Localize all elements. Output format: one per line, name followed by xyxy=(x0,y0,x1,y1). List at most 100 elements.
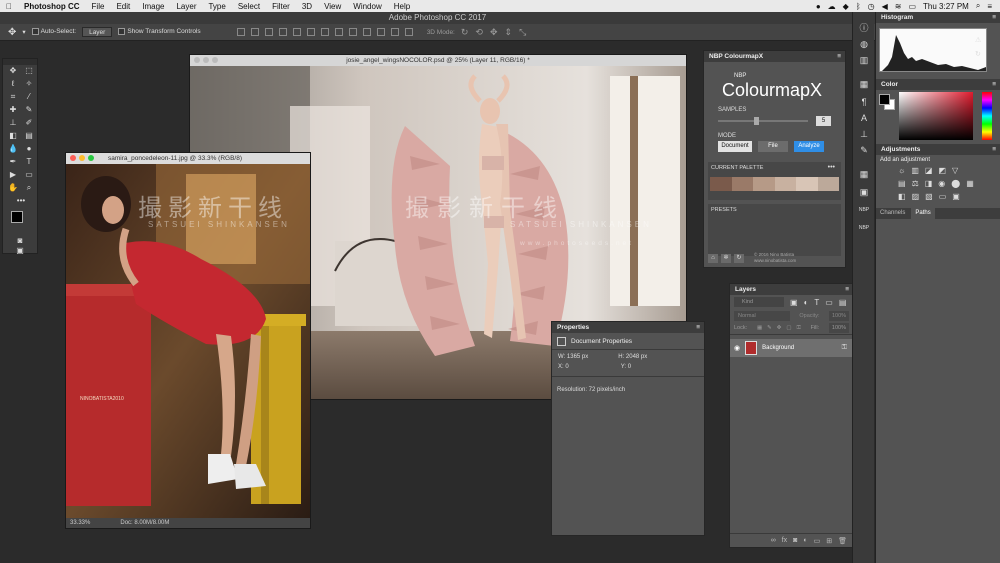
minimize-button[interactable] xyxy=(79,155,85,161)
filter-kind-select[interactable]: Kind xyxy=(734,297,784,307)
3d-rotate-icon[interactable]: ↻ xyxy=(461,27,469,38)
palette-swatch[interactable] xyxy=(731,177,753,191)
distribute-hcenter-icon[interactable] xyxy=(376,28,385,36)
selective-color-icon[interactable]: ▣ xyxy=(952,192,960,201)
channel-mixer-icon[interactable]: ⬤ xyxy=(951,179,960,188)
adjustments-titlebar[interactable]: Adjustments ≡ xyxy=(876,144,1000,155)
battery-icon[interactable]: ▭ xyxy=(908,2,916,11)
panel-menu-icon[interactable]: ≡ xyxy=(992,79,996,90)
more-tools-icon[interactable]: ••• xyxy=(14,195,28,207)
3d-pan-icon[interactable]: ✥ xyxy=(490,27,498,38)
screen-mode-icon[interactable]: ▣ xyxy=(13,245,27,257)
levels-icon[interactable]: ▥ xyxy=(911,166,919,175)
blend-mode-select[interactable]: Normal xyxy=(734,310,790,321)
dodge-tool-icon[interactable]: ● xyxy=(22,143,36,155)
menu-3d[interactable]: 3D xyxy=(296,2,318,11)
clone-source-icon[interactable]: ⊥ xyxy=(857,128,871,140)
distribute-top-icon[interactable] xyxy=(320,28,329,36)
colourmapx-titlebar[interactable]: NBP ColourmapX ≡ xyxy=(704,51,845,62)
opacity-field[interactable]: 100% xyxy=(829,310,849,321)
brush-panel-icon[interactable]: ▦ xyxy=(857,78,871,90)
zoom-button[interactable] xyxy=(88,155,94,161)
distribute-left-icon[interactable] xyxy=(362,28,371,36)
palette-more-icon[interactable]: ••• xyxy=(828,164,835,171)
color-lookup-icon[interactable]: ▦ xyxy=(966,179,974,188)
menu-edit[interactable]: Edit xyxy=(110,2,136,11)
align-left-icon[interactable] xyxy=(278,28,287,36)
pen-tool-icon[interactable]: ✒ xyxy=(6,156,20,168)
blur-tool-icon[interactable]: 💧 xyxy=(6,143,20,155)
tab-channels[interactable]: Channels xyxy=(876,208,909,219)
filter-adjustment-icon[interactable]: ◐ xyxy=(804,298,809,307)
crop-tool-icon[interactable]: ⌗ xyxy=(6,91,20,103)
menu-layer[interactable]: Layer xyxy=(170,2,202,11)
time-machine-icon[interactable]: ◷ xyxy=(868,2,875,11)
samples-slider[interactable] xyxy=(718,120,808,122)
volume-icon[interactable]: ◀ xyxy=(882,2,888,11)
marquee-tool-icon[interactable]: ⬚ xyxy=(22,65,36,77)
samples-slider-thumb[interactable] xyxy=(754,117,759,125)
app-menu[interactable]: Photoshop CC xyxy=(18,2,86,11)
exposure-icon[interactable]: ◩ xyxy=(938,166,946,175)
info-icon[interactable]: ⓘ xyxy=(857,22,871,34)
settings-icon[interactable]: ✲ xyxy=(721,254,731,263)
document-titlebar[interactable]: samira_poncedeleon-11.jpg @ 33.3% (RGB/8… xyxy=(66,153,310,164)
close-button[interactable] xyxy=(194,57,200,63)
curves-icon[interactable]: ◪ xyxy=(925,166,933,175)
menu-filter[interactable]: Filter xyxy=(266,2,296,11)
distribute-bottom-icon[interactable] xyxy=(348,28,357,36)
align-hcenter-icon[interactable] xyxy=(292,28,301,36)
menu-window[interactable]: Window xyxy=(347,2,387,11)
visibility-eye-icon[interactable]: ◉ xyxy=(734,344,740,352)
website-link[interactable]: www.ninobatista.com xyxy=(754,258,796,263)
samples-value-field[interactable]: 5 xyxy=(816,116,831,126)
3d-scale-icon[interactable]: ⤡ xyxy=(519,27,526,38)
delete-layer-icon[interactable]: 🗑 xyxy=(838,537,847,545)
filter-type-icon[interactable]: T xyxy=(814,298,819,307)
color-balance-icon[interactable]: ⚖ xyxy=(912,179,919,188)
document-titlebar[interactable]: josie_angel_wingsNOCOLOR.psd @ 25% (Laye… xyxy=(190,55,686,66)
distribute-right-icon[interactable] xyxy=(390,28,399,36)
menu-type[interactable]: Type xyxy=(202,2,231,11)
layer-name[interactable]: Background xyxy=(762,345,794,351)
3d-roll-icon[interactable]: ⟲ xyxy=(475,27,483,38)
panel-menu-icon[interactable]: ≡ xyxy=(837,51,841,62)
y-value[interactable]: Y: 0 xyxy=(621,364,631,370)
zoom-tool-icon[interactable]: ⌕ xyxy=(22,182,36,194)
cloud-icon[interactable]: ☁ xyxy=(828,2,836,11)
histogram-titlebar[interactable]: Histogram ≡ xyxy=(876,12,1000,23)
tool-preset-dropdown[interactable]: ▾ xyxy=(22,28,25,36)
lock-all-icon[interactable]: ⚿ xyxy=(797,325,801,332)
eraser-tool-icon[interactable]: ◧ xyxy=(6,130,20,142)
brightness-contrast-icon[interactable]: ☼ xyxy=(898,166,905,175)
color-picker-field[interactable] xyxy=(899,92,973,140)
panel-menu-icon[interactable]: ≡ xyxy=(992,144,996,155)
black-white-icon[interactable]: ◨ xyxy=(925,179,933,188)
menubar-clock[interactable]: Thu 3:27 PM xyxy=(923,2,969,11)
link-layers-icon[interactable]: ∞ xyxy=(771,537,776,544)
invert-icon[interactable]: ◧ xyxy=(898,192,906,201)
healing-brush-icon[interactable]: ✚ xyxy=(6,104,20,116)
fx-icon[interactable]: fx xyxy=(782,537,787,544)
minimize-button[interactable] xyxy=(203,57,209,63)
width-value[interactable]: W: 1365 px xyxy=(558,354,588,360)
new-group-icon[interactable]: ▭ xyxy=(814,537,821,545)
type-tool-icon[interactable]: T xyxy=(22,156,36,168)
panel-menu-icon[interactable]: ≡ xyxy=(992,12,996,23)
auto-select-target-select[interactable]: Layer xyxy=(82,27,113,37)
lock-position-icon[interactable]: ✥ xyxy=(777,325,782,332)
styles-icon[interactable]: ▣ xyxy=(857,186,871,198)
lock-artboard-icon[interactable]: ▢ xyxy=(786,325,791,332)
libraries-icon[interactable]: ▥ xyxy=(857,54,871,66)
move-tool-icon[interactable]: ✥ xyxy=(6,65,20,77)
align-top-icon[interactable] xyxy=(236,28,245,36)
notification-icon[interactable]: ≡ xyxy=(987,2,992,11)
vibrance-icon[interactable]: ▽ xyxy=(952,166,958,175)
zoom-button[interactable] xyxy=(212,57,218,63)
record-icon[interactable]: ● xyxy=(816,2,821,11)
home-icon[interactable]: ⌂ xyxy=(708,254,718,263)
lock-paint-icon[interactable]: ✎ xyxy=(767,325,772,332)
align-bottom-icon[interactable] xyxy=(264,28,273,36)
hue-saturation-icon[interactable]: ▤ xyxy=(898,179,906,188)
filter-pixel-icon[interactable]: ▣ xyxy=(790,298,798,307)
